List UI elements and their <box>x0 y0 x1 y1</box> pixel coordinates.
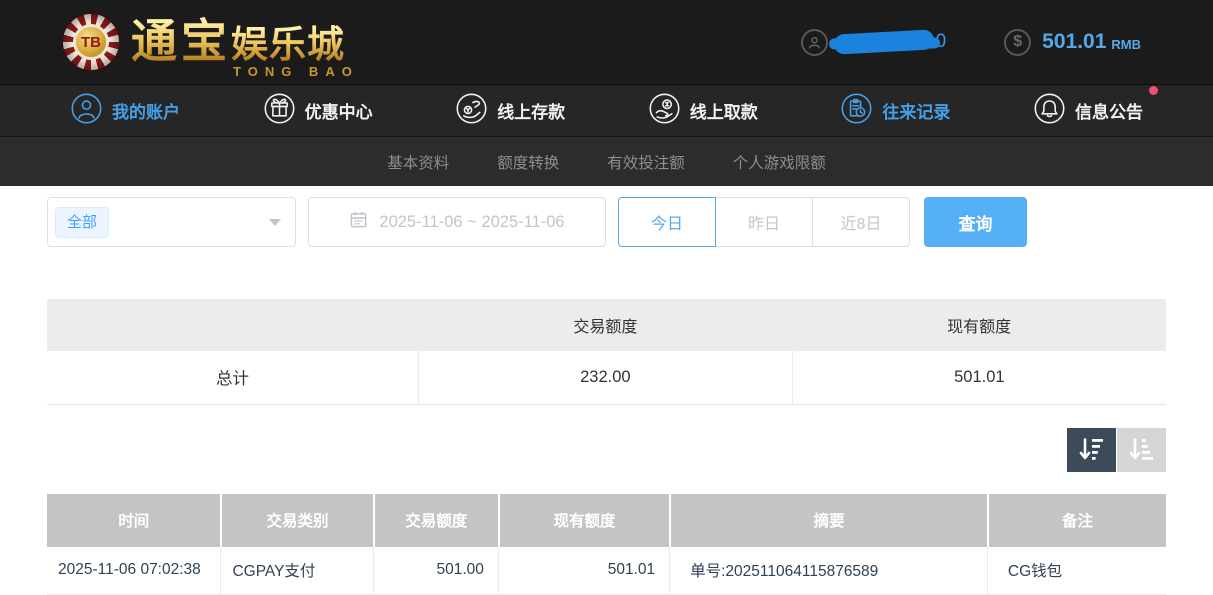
content-area: 全部 2025-11-06 ~ 2025-11-06 今日 昨日 近8日 查询 … <box>0 186 1213 595</box>
dollar-icon: $ <box>1004 29 1031 56</box>
nav-item-promotions[interactable]: 优惠中心 <box>263 92 373 130</box>
balance-display[interactable]: $ 501.01 RMB <box>1004 29 1141 56</box>
nav-label: 线上取款 <box>690 98 758 123</box>
site-logo[interactable]: TB 通宝娱乐城 TONG BAO <box>62 5 359 79</box>
date-range-picker[interactable]: 2025-11-06 ~ 2025-11-06 <box>308 197 606 247</box>
quick-range-group: 今日 昨日 近8日 <box>618 197 910 247</box>
range-button-yesterday[interactable]: 昨日 <box>715 197 813 247</box>
nav-item-transaction-records[interactable]: 往来记录 <box>840 92 950 130</box>
gift-icon <box>263 92 296 130</box>
account-subnav: 基本资料 额度转换 有效投注额 个人游戏限额 <box>0 136 1213 186</box>
records-header-remark: 备注 <box>987 494 1166 547</box>
bell-icon <box>1033 92 1066 130</box>
logo-text: 通宝娱乐城 TONG BAO <box>131 5 359 79</box>
table-row: 2025-11-06 07:02:38 CGPAY支付 501.00 501.0… <box>47 547 1166 595</box>
summary-trade-amount-value: 232.00 <box>419 351 793 404</box>
user-icon <box>801 29 828 56</box>
date-range-value: 2025-11-06 ~ 2025-11-06 <box>379 213 564 232</box>
records-table: 时间 交易类别 交易额度 现有额度 摘要 备注 2025-11-06 07:02… <box>47 494 1166 595</box>
logo-name-latin: TONG BAO <box>233 64 359 79</box>
records-header-summary: 摘要 <box>669 494 987 547</box>
subnav-item-credit-transfer[interactable]: 额度转换 <box>497 151 559 173</box>
nav-label: 优惠中心 <box>305 98 373 123</box>
subnav-item-game-limits[interactable]: 个人游戏限额 <box>733 151 826 173</box>
nav-item-announcements[interactable]: 信息公告 <box>1033 92 1143 130</box>
records-clipboard-clock-icon <box>840 92 873 130</box>
record-trade-amount: 501.00 <box>373 547 498 595</box>
nav-item-withdraw[interactable]: 线上取款 <box>648 92 758 130</box>
query-button[interactable]: 查询 <box>924 197 1027 247</box>
subnav-item-basic-info[interactable]: 基本资料 <box>387 151 449 173</box>
calendar-icon <box>349 210 368 234</box>
summary-table: 交易额度 现有额度 总计 232.00 501.01 <box>47 299 1166 405</box>
summary-total-row: 总计 232.00 501.01 <box>47 351 1166 404</box>
sort-ascending-icon <box>1128 436 1155 463</box>
header-right: 0 $ 501.01 RMB <box>801 29 1141 56</box>
nav-label: 往来记录 <box>882 98 950 123</box>
record-summary: 单号:202511064115876589 <box>669 547 987 595</box>
record-time: 2025-11-06 07:02:38 <box>47 547 220 595</box>
records-header-type: 交易类别 <box>220 494 372 547</box>
nav-label: 我的账户 <box>112 98 180 123</box>
username-display[interactable]: 0 <box>801 29 947 56</box>
selected-type-tag[interactable]: 全部 <box>55 207 109 238</box>
nav-item-deposit[interactable]: 线上存款 <box>455 92 565 130</box>
sort-descending-button[interactable] <box>1067 428 1116 472</box>
top-header: TB 通宝娱乐城 TONG BAO 0 $ 501.01 RMB <box>0 0 1213 84</box>
summary-total-label: 总计 <box>47 351 419 404</box>
logo-name-primary: 通宝 <box>131 15 231 67</box>
deposit-icon <box>455 92 488 130</box>
summary-header-row: 交易额度 现有额度 <box>47 299 1166 351</box>
records-header-time: 时间 <box>47 494 220 547</box>
username-redaction-scribble <box>833 29 934 54</box>
range-button-today[interactable]: 今日 <box>618 197 716 247</box>
records-header-current-amount: 现有额度 <box>498 494 669 547</box>
record-type: CGPAY支付 <box>220 547 372 595</box>
sort-ascending-button[interactable] <box>1117 428 1166 472</box>
chevron-down-icon <box>269 219 281 226</box>
range-button-last-8-days[interactable]: 近8日 <box>812 197 910 247</box>
summary-header-trade-amount: 交易额度 <box>419 299 793 351</box>
logo-name-secondary: 娱乐城 <box>231 24 345 65</box>
main-nav: 我的账户 优惠中心 线上存款 线上取款 往来记录 信息公告 <box>0 84 1213 136</box>
poker-chip-logo-icon: TB <box>62 13 120 71</box>
summary-header-empty <box>47 299 419 351</box>
chip-monogram: TB <box>73 24 109 60</box>
sort-controls <box>47 428 1166 472</box>
nav-label: 信息公告 <box>1075 98 1143 123</box>
notification-dot <box>1149 86 1158 95</box>
record-remark: CG钱包 <box>987 547 1166 595</box>
balance-currency: RMB <box>1111 32 1141 52</box>
filter-row: 全部 2025-11-06 ~ 2025-11-06 今日 昨日 近8日 查询 <box>47 197 1166 247</box>
subnav-item-valid-bets[interactable]: 有效投注额 <box>607 151 685 173</box>
sort-descending-icon <box>1078 436 1105 463</box>
user-circle-icon <box>70 92 103 130</box>
summary-header-current-amount: 现有额度 <box>792 299 1166 351</box>
transaction-type-select[interactable]: 全部 <box>47 197 296 247</box>
summary-current-amount-value: 501.01 <box>792 351 1166 404</box>
nav-label: 线上存款 <box>497 98 565 123</box>
balance-amount: 501.01 <box>1042 30 1106 54</box>
records-header-row: 时间 交易类别 交易额度 现有额度 摘要 备注 <box>47 494 1166 547</box>
withdraw-icon <box>648 92 681 130</box>
records-header-trade-amount: 交易额度 <box>373 494 498 547</box>
record-current-amount: 501.01 <box>498 547 669 595</box>
nav-item-my-account[interactable]: 我的账户 <box>70 92 180 130</box>
